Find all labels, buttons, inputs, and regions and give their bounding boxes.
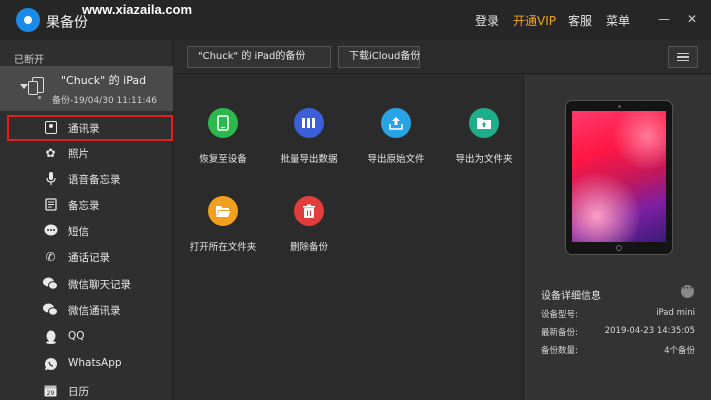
sidebar-item-wechat-chats[interactable]: 微信聊天记录	[0, 271, 173, 297]
sidebar-item-call-log[interactable]: ✆ 通话记录	[0, 244, 173, 270]
phone-icon: ✆	[45, 249, 56, 264]
upload-icon	[381, 108, 411, 138]
device-entry[interactable]: "Chuck" 的 iPad 备份-19/04/30 11:11:46	[0, 66, 173, 111]
icloud-download-button[interactable]: 下载iCloud备份	[338, 46, 420, 68]
login-link[interactable]: 登录	[475, 12, 499, 29]
service-link[interactable]: 客服	[568, 12, 592, 29]
action-label: 恢复至设备	[199, 154, 247, 165]
action-label: 导出为文件夹	[455, 154, 513, 165]
minimize-button[interactable]: —	[657, 12, 671, 26]
open-folder-button[interactable]: 打开所在文件夹	[178, 196, 268, 253]
folder-open-icon	[208, 196, 238, 226]
sidebar-item-notes[interactable]: 备忘录	[0, 192, 173, 218]
whatsapp-icon	[43, 356, 58, 371]
action-label: 打开所在文件夹	[189, 242, 257, 253]
camera-dot	[618, 105, 621, 108]
ipad-image	[565, 100, 673, 255]
vip-link[interactable]: 开通VIP	[513, 12, 556, 29]
sidebar-item-label: 短信	[68, 226, 89, 238]
info-value: iPad mini	[656, 308, 695, 318]
list-icon	[677, 52, 689, 55]
watermark: www.xiazaila.com	[82, 2, 193, 17]
wechat-contacts-icon	[43, 302, 58, 317]
sidebar-item-label: 备忘录	[68, 200, 100, 212]
sidebar-item-voice-memos[interactable]: 语音备忘录	[0, 166, 173, 192]
sidebar-item-label: 微信通讯录	[68, 305, 121, 317]
notes-icon	[43, 197, 58, 212]
folder-upload-icon	[469, 108, 499, 138]
info-value: 4个备份	[664, 346, 695, 356]
phone-device-icon	[208, 108, 238, 138]
message-icon	[43, 223, 58, 238]
contacts-icon	[43, 120, 58, 135]
qq-icon	[43, 329, 58, 344]
trash-icon	[294, 196, 324, 226]
device-info-title: 设备详细信息	[541, 291, 601, 302]
info-key: 最新备份:	[541, 328, 578, 338]
info-key: 备份数量:	[541, 346, 578, 356]
wechat-icon	[43, 276, 58, 291]
device-panel: 设备详细信息 ··· 设备型号: iPad mini 最新备份: 2019-04…	[523, 75, 711, 400]
sidebar-item-label: 语音备忘录	[68, 174, 121, 186]
sidebar-item-label: QQ	[68, 330, 85, 342]
app-logo-icon	[16, 8, 40, 32]
sidebar-item-label: 微信聊天记录	[68, 279, 131, 291]
sidebar-item-label: 通讯录	[68, 123, 100, 135]
menu-link[interactable]: 菜单	[606, 12, 630, 29]
action-label: 导出原始文件	[367, 154, 425, 165]
status-dot	[38, 96, 41, 99]
sidebar-item-label: 日历	[68, 386, 89, 398]
backup-select-button[interactable]: "Chuck" 的 iPad的备份	[187, 46, 331, 68]
toolbar: "Chuck" 的 iPad的备份 下载iCloud备份	[173, 40, 711, 74]
action-label: 批量导出数据	[280, 154, 338, 165]
microphone-icon	[43, 171, 58, 186]
svg-text:29: 29	[47, 390, 55, 397]
action-label: 删除备份	[289, 242, 328, 253]
close-button[interactable]: ✕	[685, 12, 699, 26]
sidebar-item-label: WhatsApp	[68, 357, 122, 369]
home-button	[616, 245, 622, 251]
info-value: 2019-04-23 14:35:05	[604, 326, 695, 336]
expand-arrow-icon[interactable]	[20, 84, 28, 89]
calendar-icon: 29	[43, 383, 58, 398]
sidebar-item-whatsapp[interactable]: WhatsApp	[0, 351, 173, 377]
sidebar-item-contacts[interactable]: 通讯录	[7, 115, 173, 141]
connection-status: 已断开	[14, 55, 44, 66]
sidebar-item-wechat-contacts[interactable]: 微信通讯录	[0, 297, 173, 323]
info-key: 设备型号:	[541, 310, 578, 320]
export-original-files-button[interactable]: 导出原始文件	[351, 108, 441, 165]
sidebar-item-photos[interactable]: ✿ 照片	[0, 140, 173, 166]
photos-icon: ✿	[45, 145, 56, 160]
sidebar-item-label: 照片	[68, 148, 89, 160]
action-panel: 恢复至设备 批量导出数据 导出原始文件 导出为文件夹 打开所在文件夹 删除备份	[173, 75, 523, 400]
export-as-folder-button[interactable]: 导出为文件夹	[439, 108, 529, 165]
list-view-button[interactable]	[668, 46, 698, 68]
sidebar-item-label: 通话记录	[68, 252, 110, 264]
sidebar-item-messages[interactable]: 短信	[0, 218, 173, 244]
sidebar-item-qq[interactable]: QQ	[0, 324, 173, 350]
restore-to-device-button[interactable]: 恢复至设备	[178, 108, 268, 165]
sidebar: 已断开 "Chuck" 的 iPad 备份-19/04/30 11:11:46 …	[0, 40, 173, 400]
devices-icon	[28, 77, 44, 95]
delete-backup-button[interactable]: 删除备份	[264, 196, 354, 253]
title-bar: 果备份 www.xiazaila.com 登录 开通VIP 客服 菜单 — ✕	[0, 0, 711, 40]
more-icon[interactable]: ···	[681, 285, 694, 298]
device-name: "Chuck" 的 iPad	[61, 74, 147, 87]
batch-export-button[interactable]: 批量导出数据	[264, 108, 354, 165]
device-backup-time: 备份-19/04/30 11:11:46	[52, 96, 157, 106]
ipad-screen	[572, 111, 666, 242]
sidebar-item-calendar[interactable]: 29 日历	[0, 378, 173, 400]
export-data-icon	[294, 108, 324, 138]
